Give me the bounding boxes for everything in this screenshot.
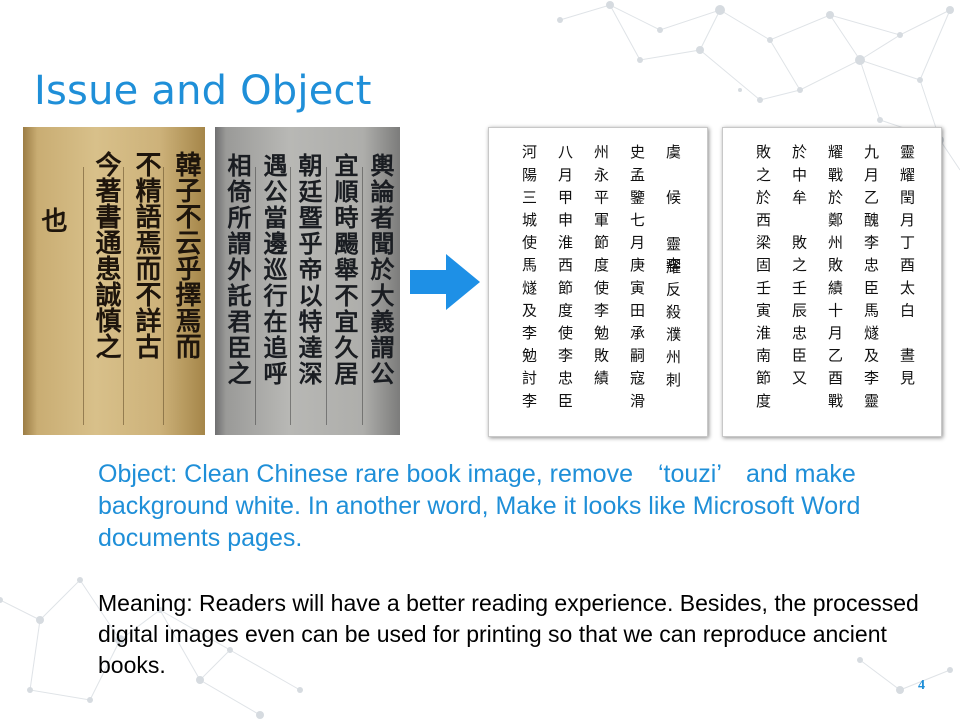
page-number: 4 [918, 678, 925, 693]
clean-column: 州永平軍節度使李勉敗績 [592, 144, 610, 393]
clean-column: 耀戰於鄭州敗績十月乙酉戰 [826, 144, 844, 416]
original-scan-left: 韓子不云乎擇焉而 不精語焉而不詳古 今著書通患誠慎之 也 [23, 127, 205, 435]
slide-title: Issue and Object [34, 68, 372, 114]
scan-column: 不精語焉而不詳古 [131, 151, 161, 359]
original-scan-right: 輿論者聞於大義謂公 宜順時颺舉不宜久居 朝廷暨乎帝以特達深 遇公當邊巡行在追呼 … [215, 127, 400, 435]
scan-column: 相倚所謂外託君臣之 [223, 153, 252, 387]
column-rule [123, 167, 124, 425]
clean-column: 九月乙醜李忠臣馬燧及李靈 [862, 144, 880, 416]
column-rule [290, 167, 291, 425]
column-rule [163, 167, 164, 425]
clean-column: 史孟鑒七月庚寅田承嗣寇滑 [628, 144, 646, 416]
scan-column: 韓子不云乎擇焉而 [171, 151, 201, 359]
right-arrow-icon [410, 254, 480, 310]
clean-column: 河陽三城使馬燧及李勉討李 [520, 144, 538, 416]
scan-column: 遇公當邊巡行在追呼 [259, 153, 288, 387]
clean-column: 靈耀反殺濮州刺 [664, 236, 682, 395]
column-rule [255, 167, 256, 425]
column-rule [326, 167, 327, 425]
scan-column: 宜順時颺舉不宜久居 [330, 153, 359, 387]
column-rule [362, 167, 363, 425]
column-rule [83, 167, 84, 425]
scan-column: 也 [37, 207, 67, 233]
clean-page-2: 靈耀閏月丁酉太白 晝見 九月乙醜李忠臣馬燧及李靈 耀戰於鄭州敗績十月乙酉戰 於中… [722, 127, 942, 437]
scan-column: 今著書通患誠慎之 [91, 151, 121, 359]
meaning-text: Meaning: Readers will have a better read… [98, 590, 919, 678]
objective-text: Object: Clean Chinese rare book image, r… [98, 460, 861, 552]
clean-column: 敗之於西梁固壬寅淮南節度 [754, 144, 772, 416]
scan-column: 輿論者聞於大義謂公 [366, 153, 395, 387]
clean-column: 靈耀閏月丁酉太白 晝見 [898, 144, 916, 393]
clean-column: 於中牟 敗之壬辰忠臣又 [790, 144, 808, 393]
clean-page-1: 虞 候 李 靈耀反殺濮州刺 史孟鑒七月庚寅田承嗣寇滑 州永平軍節度使李勉敗績 八… [488, 127, 708, 437]
scan-column: 朝廷暨乎帝以特達深 [294, 153, 323, 387]
clean-column: 八月甲申淮西節度使李忠臣 [556, 144, 574, 416]
